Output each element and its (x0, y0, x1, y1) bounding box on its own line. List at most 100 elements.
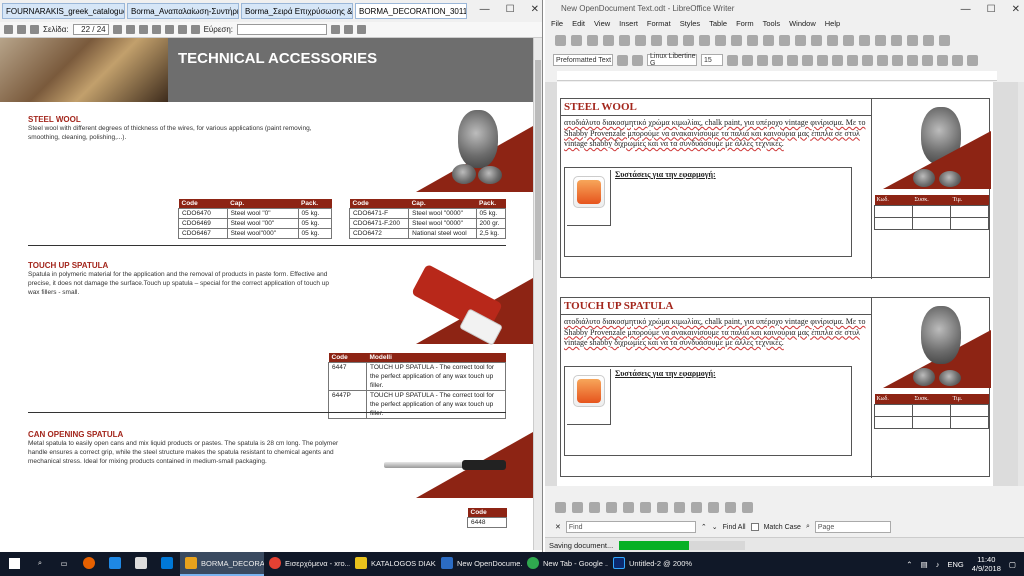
cell[interactable] (911, 403, 952, 417)
font-name-select[interactable]: Linux Libertine G (647, 53, 697, 67)
menu-edit[interactable]: Edit (572, 19, 585, 28)
send-back-icon[interactable] (640, 501, 651, 513)
menu-tools[interactable]: Tools (763, 19, 781, 28)
menu-window[interactable]: Window (789, 19, 816, 28)
hyperlink-icon[interactable] (875, 34, 886, 46)
doc-recommendation[interactable]: Συστάσεις για την εφαρμογή: (615, 369, 716, 378)
highlight-icon[interactable] (847, 54, 858, 66)
new-style-icon[interactable] (632, 54, 643, 66)
cell[interactable] (911, 216, 952, 230)
spelling-icon[interactable] (763, 34, 774, 46)
zoom-in-icon[interactable] (177, 25, 187, 34)
taskbar-item-borma[interactable]: BORMA_DECORATI... (180, 552, 264, 576)
justify-icon[interactable] (907, 54, 918, 66)
border-icon[interactable] (691, 501, 702, 513)
doc-section-title[interactable]: TOUCH UP SPATULA (561, 298, 871, 315)
line-spacing-icon[interactable] (967, 54, 978, 66)
align-left-icon[interactable] (862, 54, 873, 66)
cell[interactable] (911, 415, 952, 429)
doc-section-text[interactable]: ατοδιάλυτο διακοσμητικό χρώμα κιμωλίας, … (564, 317, 869, 349)
maximize-icon[interactable]: ☐ (506, 4, 515, 15)
find-next-icon[interactable]: ⌄ (712, 523, 718, 531)
anchor-icon[interactable] (589, 501, 600, 513)
taskbar-item-katalogos[interactable]: KATALOGOS DIAKO... (350, 552, 436, 576)
edge-pinned[interactable] (102, 552, 128, 576)
bold-icon[interactable] (727, 54, 738, 66)
ruler[interactable] (557, 71, 997, 81)
start-button[interactable] (0, 552, 28, 576)
numbering-icon[interactable] (937, 54, 948, 66)
paste-icon[interactable] (683, 34, 694, 46)
next-page-icon[interactable] (125, 25, 135, 34)
find-replace-icon[interactable] (747, 34, 758, 46)
update-style-icon[interactable] (617, 54, 628, 66)
pdf-tab-1[interactable]: FOURNARAKIS_greek_catalogue...✕ (2, 3, 125, 19)
print-icon[interactable] (619, 34, 630, 46)
cell[interactable] (874, 403, 913, 417)
fit-width-icon[interactable] (151, 25, 161, 34)
bring-front-icon[interactable] (623, 501, 634, 513)
minimize-icon[interactable]: — (961, 4, 971, 15)
paragraph-style-select[interactable]: Preformatted Text (553, 54, 613, 66)
insert-image-icon[interactable] (811, 34, 822, 46)
save-icon[interactable] (30, 25, 39, 34)
minimize-icon[interactable]: — (480, 4, 490, 15)
print-preview-icon[interactable] (635, 34, 646, 46)
find-next-icon[interactable] (344, 25, 354, 34)
menu-insert[interactable]: Insert (619, 19, 638, 28)
insert-chart-icon[interactable] (827, 34, 838, 46)
search-type-select[interactable]: Page (814, 521, 891, 533)
pdf-tab-2[interactable]: Borma_Αναπαλαίωση-Συντήρησ...✕ (127, 3, 239, 19)
task-view-button[interactable]: ▭ (52, 552, 76, 576)
find-options-icon[interactable] (357, 25, 367, 34)
store-pinned[interactable] (154, 552, 180, 576)
open-icon[interactable] (571, 34, 582, 46)
clone-formatting-icon[interactable] (699, 34, 710, 46)
search-button[interactable]: ⌕ (28, 552, 52, 576)
insert-textbox-icon[interactable] (843, 34, 854, 46)
network-icon[interactable]: ▤ (921, 560, 928, 569)
find-prev-icon[interactable]: ⌃ (701, 523, 707, 531)
special-character-icon[interactable] (859, 34, 870, 46)
area-icon[interactable] (725, 501, 736, 513)
wrap-icon[interactable] (572, 501, 583, 513)
cell[interactable] (950, 403, 989, 417)
line-style-icon[interactable] (708, 501, 719, 513)
comment-icon[interactable] (891, 34, 902, 46)
strikethrough-icon[interactable] (772, 54, 783, 66)
print-icon[interactable] (17, 25, 26, 34)
fit-page-icon[interactable] (138, 25, 148, 34)
find-prev-icon[interactable] (331, 25, 341, 34)
cut-icon[interactable] (651, 34, 662, 46)
close-find-icon[interactable]: ✕ (555, 523, 561, 531)
cell[interactable] (874, 216, 913, 230)
taskbar-item-writer[interactable]: New OpenDocume... (436, 552, 522, 576)
menu-table[interactable]: Table (709, 19, 727, 28)
scrollbar-thumb[interactable] (535, 60, 541, 260)
doc-section-title[interactable]: STEEL WOOL (561, 99, 871, 116)
select-icon[interactable] (555, 501, 566, 513)
prev-page-icon[interactable] (112, 25, 122, 34)
align-objects-icon[interactable] (606, 501, 617, 513)
close-window-icon[interactable]: ✕ (1012, 4, 1020, 15)
new-document-icon[interactable] (555, 34, 566, 46)
pdf-tab-4[interactable]: BORMA_DECORATION_3011201...✕ (355, 3, 467, 19)
shadow-icon[interactable] (742, 501, 753, 513)
pdf-tab-3[interactable]: Borma_Σειρά Επιχρύσωσης & Βε...✕ (241, 3, 353, 19)
taskbar-item-chrome-newtab[interactable]: New Tab - Google ... (522, 552, 608, 576)
find-input[interactable]: Find (565, 521, 696, 533)
menu-styles[interactable]: Styles (680, 19, 700, 28)
menu-help[interactable]: Help (825, 19, 840, 28)
save-icon[interactable] (587, 34, 598, 46)
menu-form[interactable]: Form (736, 19, 754, 28)
track-changes-icon[interactable] (907, 34, 918, 46)
cell[interactable] (874, 415, 913, 429)
redo-icon[interactable] (731, 34, 742, 46)
close-window-icon[interactable]: ✕ (531, 4, 539, 15)
undo-icon[interactable] (715, 34, 726, 46)
doc-recommendation[interactable]: Συστάσεις για την εφαρμογή: (615, 170, 716, 179)
superscript-icon[interactable] (787, 54, 798, 66)
taskbar-item-photoshop[interactable]: Untitled-2 @ 200% ... (608, 552, 694, 576)
doc-section-text[interactable]: ατοδιάλυτο διακοσμητικό χρώμα κιμωλίας, … (564, 118, 869, 150)
menu-file[interactable]: File (551, 19, 563, 28)
